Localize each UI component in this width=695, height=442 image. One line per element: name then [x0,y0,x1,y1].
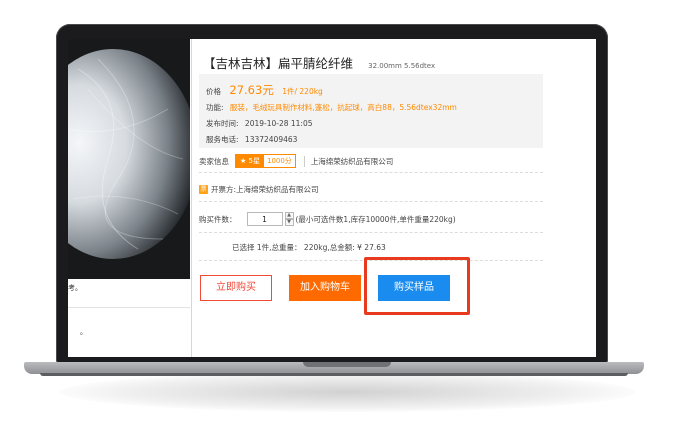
add-to-cart-button[interactable]: 加入购物车 [289,275,361,301]
publish-row: 发布时间: 2019-10-28 11:05 [206,118,313,129]
laptop-shadow [60,372,635,412]
phone-value: 13372409463 [244,135,298,144]
seller-rating-badge: ★ 5星 1000分 [235,154,296,168]
function-value: 服装，毛绒玩具制作材料,蓬松，抗起球，高白88，5.56dtex32mm [229,103,457,112]
price-info-box: 价格 27.63元 1件/ 220kg 功能: 服装，毛绒玩具制作材料,蓬松，抗… [199,74,543,148]
invoice-row: 票 开票方:上海绵荣纺织品有限公司 [199,184,319,195]
price-row: 价格 27.63元 1件/ 220kg [206,82,323,98]
divider-3 [199,232,543,233]
laptop-base-bottom [40,373,628,376]
star-icon: ★ [240,157,247,165]
invoice-icon: 票 [199,185,208,194]
stepper-up-icon[interactable]: ▲ [284,212,294,219]
divider-1 [199,172,543,173]
highlight-box [364,257,470,315]
function-row: 功能: 服装，毛绒玩具制作材料,蓬松，抗起球，高白88，5.56dtex32mm [206,102,457,113]
quantity-note: (最小可选件数1,库存10000件,单件重量220kg) [295,214,456,224]
laptop-screen: 考。 。 【吉林吉林】扁平腈纶纤维 32.00mm 5.56dtex 价格 27… [68,39,596,357]
quantity-row: 购买件数： ▲ ▼ (最小可选件数1,库存10000件,单件重量220kg) [199,212,456,226]
column-divider [191,39,192,357]
image-caption: 考。 [68,284,82,292]
publish-label: 发布时间: [206,119,239,128]
product-title: 【吉林吉林】扁平腈纶纤维 [203,56,354,71]
publish-value: 2019-10-28 11:05 [244,119,313,128]
quantity-label: 购买件数： [199,214,237,224]
fiber-photo [68,39,190,279]
stepper-down-icon[interactable]: ▼ [284,219,294,226]
divider-2 [199,201,543,202]
seller-level-text: 5星 [248,157,260,165]
price-value: 27.63元 [229,83,274,97]
seller-row: 卖家信息 ★ 5星 1000分 上海绵荣纺织品有限公司 [199,154,393,168]
phone-row: 服务电话: 13372409463 [206,134,297,145]
seller-level: ★ 5星 [236,155,264,167]
image-footnote-dot: 。 [80,328,87,336]
buy-now-button[interactable]: 立即购买 [200,275,272,301]
product-spec: 32.00mm 5.56dtex [368,62,436,70]
laptop-base-notch [303,362,391,367]
selection-summary: 已选择 1件,总重量： 220kg,总金额: ¥ 27.63 [232,243,386,252]
phone-label: 服务电话: [206,135,239,144]
unit-qty: 1件/ 220kg [282,87,323,96]
product-image [68,39,190,279]
function-label: 功能: [206,103,224,112]
seller-points: 1000分 [266,157,292,165]
seller-name[interactable]: 上海绵荣纺织品有限公司 [311,156,394,167]
quantity-input[interactable] [246,212,283,226]
seller-label: 卖家信息 [199,156,229,166]
invoice-text: 开票方:上海绵荣纺织品有限公司 [211,185,319,194]
seller-separator [303,155,305,167]
title-row: 【吉林吉林】扁平腈纶纤维 32.00mm 5.56dtex [203,53,435,72]
price-label: 价格 [206,87,221,96]
image-divider [68,307,190,308]
quantity-stepper[interactable]: ▲ ▼ [284,212,294,226]
